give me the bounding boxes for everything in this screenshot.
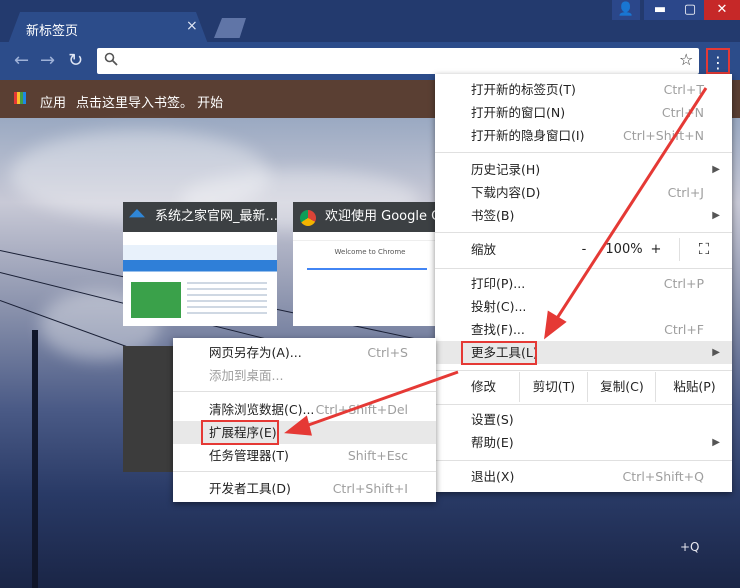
- arrow-line: [299, 370, 459, 430]
- arrow-head: [544, 310, 567, 340]
- arrow-head: [284, 415, 312, 436]
- annotation-arrows: [284, 87, 708, 436]
- arrow-line: [550, 87, 708, 327]
